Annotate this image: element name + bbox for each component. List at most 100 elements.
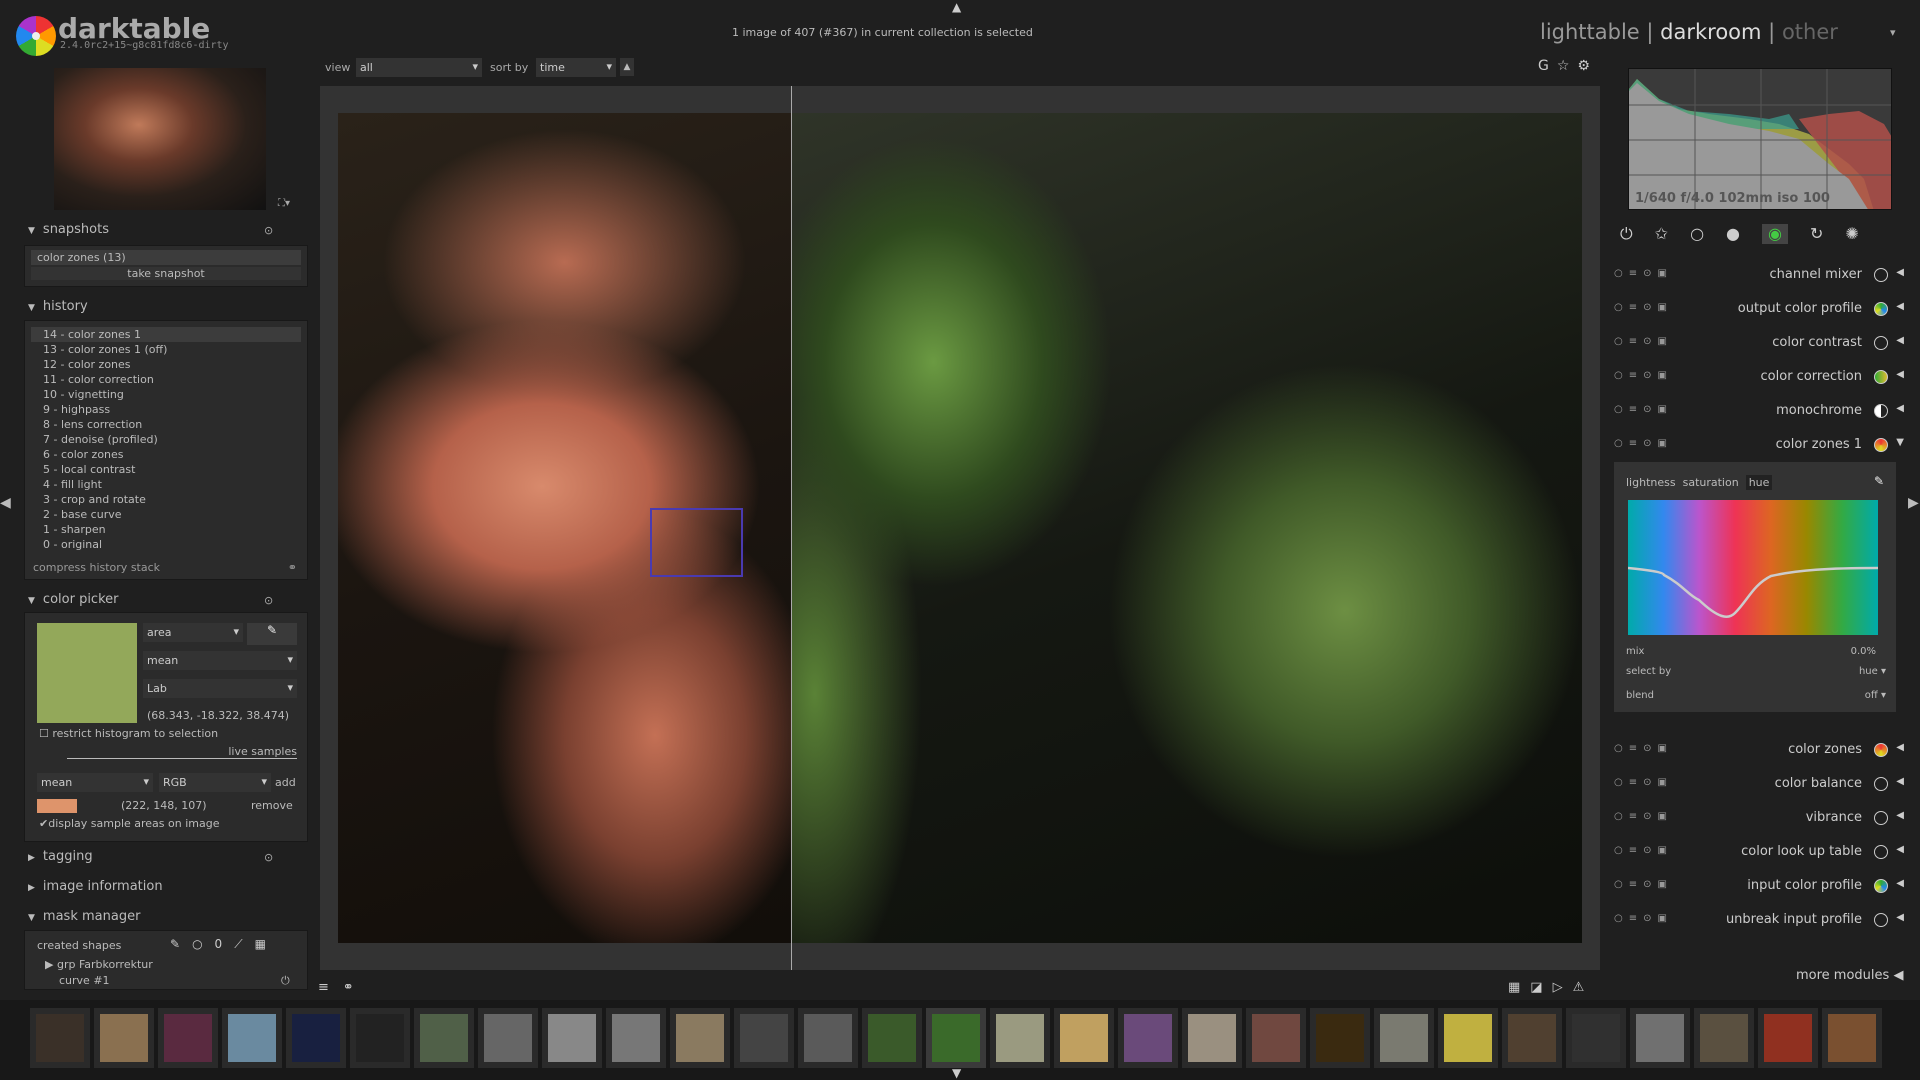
module-controls[interactable]: ○≡⊙▣ [1614, 336, 1673, 347]
expand-arrow-icon[interactable]: ◀ [1896, 912, 1904, 923]
module-color-contrast[interactable]: ○≡⊙▣ color contrast ◀ [1610, 328, 1910, 358]
filmstrip-thumbnail[interactable] [1310, 1008, 1370, 1068]
module-channel-mixer[interactable]: ○≡⊙▣ channel mixer ◀ [1610, 260, 1910, 290]
star-icon[interactable]: ☆ [1557, 58, 1578, 74]
filmstrip-thumbnail[interactable] [926, 1008, 986, 1068]
compress-history-button[interactable]: compress history stack ⚭ [33, 561, 297, 574]
filmstrip-thumbnail[interactable] [606, 1008, 666, 1068]
image-preview[interactable] [338, 113, 1582, 943]
module-color-zones-1[interactable]: ○≡⊙▣ color zones 1 ▼ [1610, 430, 1910, 460]
gear-icon[interactable]: ⚙ [1577, 58, 1598, 74]
expand-arrow-icon[interactable]: ◀ [1896, 369, 1904, 380]
collapse-top-arrow-icon[interactable]: ▲ [952, 0, 961, 14]
shape-tools[interactable]: ✎○0⟋▦ [170, 937, 278, 952]
module-input-color-profile[interactable]: ○≡⊙▣ input color profile ◀ [1610, 871, 1910, 901]
picker-colorspace-dropdown[interactable]: Lab [143, 679, 297, 698]
expand-arrow-icon[interactable]: ◀ [1896, 301, 1904, 312]
expand-arrow-icon[interactable]: ◀ [1896, 742, 1904, 753]
history-item[interactable]: 12 - color zones [31, 357, 301, 372]
history-item[interactable]: 9 - highpass [31, 402, 301, 417]
history-item[interactable]: 0 - original [31, 537, 301, 552]
filmstrip-thumbnail[interactable] [478, 1008, 538, 1068]
history-item[interactable]: 13 - color zones 1 (off) [31, 342, 301, 357]
module-monochrome[interactable]: ○≡⊙▣ monochrome ◀ [1610, 396, 1910, 426]
snapshots-header[interactable]: ▼ snapshots [28, 222, 109, 237]
filmstrip-thumbnail[interactable] [94, 1008, 154, 1068]
favorites-icon[interactable]: ✩ [1655, 224, 1668, 244]
hue-curve-editor[interactable] [1628, 500, 1878, 635]
filmstrip-thumbnail[interactable] [1118, 1008, 1178, 1068]
history-item[interactable]: 1 - sharpen [31, 522, 301, 537]
select-by-dropdown[interactable]: select by hue ▾ [1626, 666, 1886, 677]
preset-icon[interactable]: ⊙ [264, 224, 273, 237]
module-controls[interactable]: ○≡⊙▣ [1614, 438, 1673, 449]
preset-icon[interactable]: ⊙ [264, 594, 273, 607]
module-controls[interactable]: ○≡⊙▣ [1614, 879, 1673, 890]
collapse-right-arrow-icon[interactable]: ▶ [1908, 495, 1919, 511]
tab-lightness[interactable]: lightness [1626, 476, 1676, 489]
history-item[interactable]: 14 - color zones 1 [31, 327, 301, 342]
active-modules-icon[interactable]: ⏻ [1620, 224, 1633, 244]
softproof-icon[interactable]: ▷ [1553, 980, 1573, 995]
mix-slider[interactable]: mix 0.0% [1626, 646, 1876, 657]
module-controls[interactable]: ○≡⊙▣ [1614, 913, 1673, 924]
sort-dropdown[interactable]: time [536, 58, 616, 77]
display-samples-checkbox[interactable]: ✔display sample areas on image [39, 817, 219, 830]
split-view-divider[interactable] [791, 86, 792, 970]
module-color-zones[interactable]: ○≡⊙▣ color zones ◀ [1610, 735, 1910, 765]
filmstrip-thumbnail[interactable] [222, 1008, 282, 1068]
filmstrip-thumbnail[interactable] [1054, 1008, 1114, 1068]
history-item[interactable]: 7 - denoise (profiled) [31, 432, 301, 447]
mask-group[interactable]: ▶ grp Farbkorrektur [45, 958, 153, 971]
expand-arrow-icon[interactable]: ◀ [1896, 810, 1904, 821]
preset-icon[interactable]: ⊙ [264, 851, 273, 864]
expand-arrow-icon[interactable]: ◀ [1896, 335, 1904, 346]
restrict-histogram-checkbox[interactable]: ☐ restrict histogram to selection [39, 727, 218, 740]
module-controls[interactable]: ○≡⊙▣ [1614, 811, 1673, 822]
module-controls[interactable]: ○≡⊙▣ [1614, 743, 1673, 754]
image-information-header[interactable]: ▶ image information [28, 879, 163, 894]
basic-group-icon[interactable]: ○ [1690, 224, 1704, 244]
add-sample-button[interactable]: add [275, 776, 296, 789]
module-controls[interactable]: ○≡⊙▣ [1614, 845, 1673, 856]
history-item[interactable]: 2 - base curve [31, 507, 301, 522]
filmstrip-thumbnail[interactable] [158, 1008, 218, 1068]
module-color-balance[interactable]: ○≡⊙▣ color balance ◀ [1610, 769, 1910, 799]
sample-area-box[interactable] [650, 508, 743, 577]
history-item[interactable]: 4 - fill light [31, 477, 301, 492]
overexposed-icon[interactable]: ◪ [1530, 980, 1552, 995]
filmstrip-thumbnail[interactable] [1694, 1008, 1754, 1068]
picker-mode-dropdown[interactable]: area [143, 623, 243, 642]
remove-sample-button[interactable]: remove [251, 799, 293, 812]
expand-arrow-icon[interactable]: ◀ [1896, 267, 1904, 278]
filmstrip-thumbnail[interactable] [798, 1008, 858, 1068]
history-item[interactable]: 8 - lens correction [31, 417, 301, 432]
module-controls[interactable]: ○≡⊙▣ [1614, 777, 1673, 788]
module-unbreak-input-profile[interactable]: ○≡⊙▣ unbreak input profile ◀ [1610, 905, 1910, 935]
filmstrip-thumbnail[interactable] [350, 1008, 410, 1068]
mask-manager-header[interactable]: ▼ mask manager [28, 909, 140, 924]
styles-icon[interactable]: ⚭ [343, 980, 368, 995]
grouping-icon[interactable]: G [1538, 58, 1557, 74]
blend-dropdown[interactable]: blend off ▾ [1626, 690, 1886, 701]
view-filter-dropdown[interactable]: all [356, 58, 482, 77]
module-color-look-up-table[interactable]: ○≡⊙▣ color look up table ◀ [1610, 837, 1910, 867]
tab-saturation[interactable]: saturation [1683, 476, 1739, 489]
history-item[interactable]: 3 - crop and rotate [31, 492, 301, 507]
color-group-icon[interactable]: ◉ [1762, 224, 1788, 244]
module-controls[interactable]: ○≡⊙▣ [1614, 370, 1673, 381]
expand-arrow-icon[interactable]: ◀ [1896, 844, 1904, 855]
expand-arrow-icon[interactable]: ◀ [1896, 878, 1904, 889]
history-item[interactable]: 6 - color zones [31, 447, 301, 462]
tone-group-icon[interactable]: ● [1726, 224, 1740, 244]
effect-group-icon[interactable]: ✺ [1845, 224, 1858, 244]
mask-curve[interactable]: curve #1 [59, 974, 110, 987]
expand-arrow-icon[interactable]: ▼ [1896, 437, 1904, 448]
power-icon[interactable]: ⏻ [281, 974, 290, 988]
module-color-correction[interactable]: ○≡⊙▣ color correction ◀ [1610, 362, 1910, 392]
tab-hue[interactable]: hue [1745, 475, 1773, 490]
gamut-check-icon[interactable]: ⚠ [1573, 980, 1595, 995]
collapse-left-arrow-icon[interactable]: ◀ [0, 495, 11, 511]
expand-arrow-icon[interactable]: ◀ [1896, 776, 1904, 787]
filmstrip-thumbnail[interactable] [1438, 1008, 1498, 1068]
